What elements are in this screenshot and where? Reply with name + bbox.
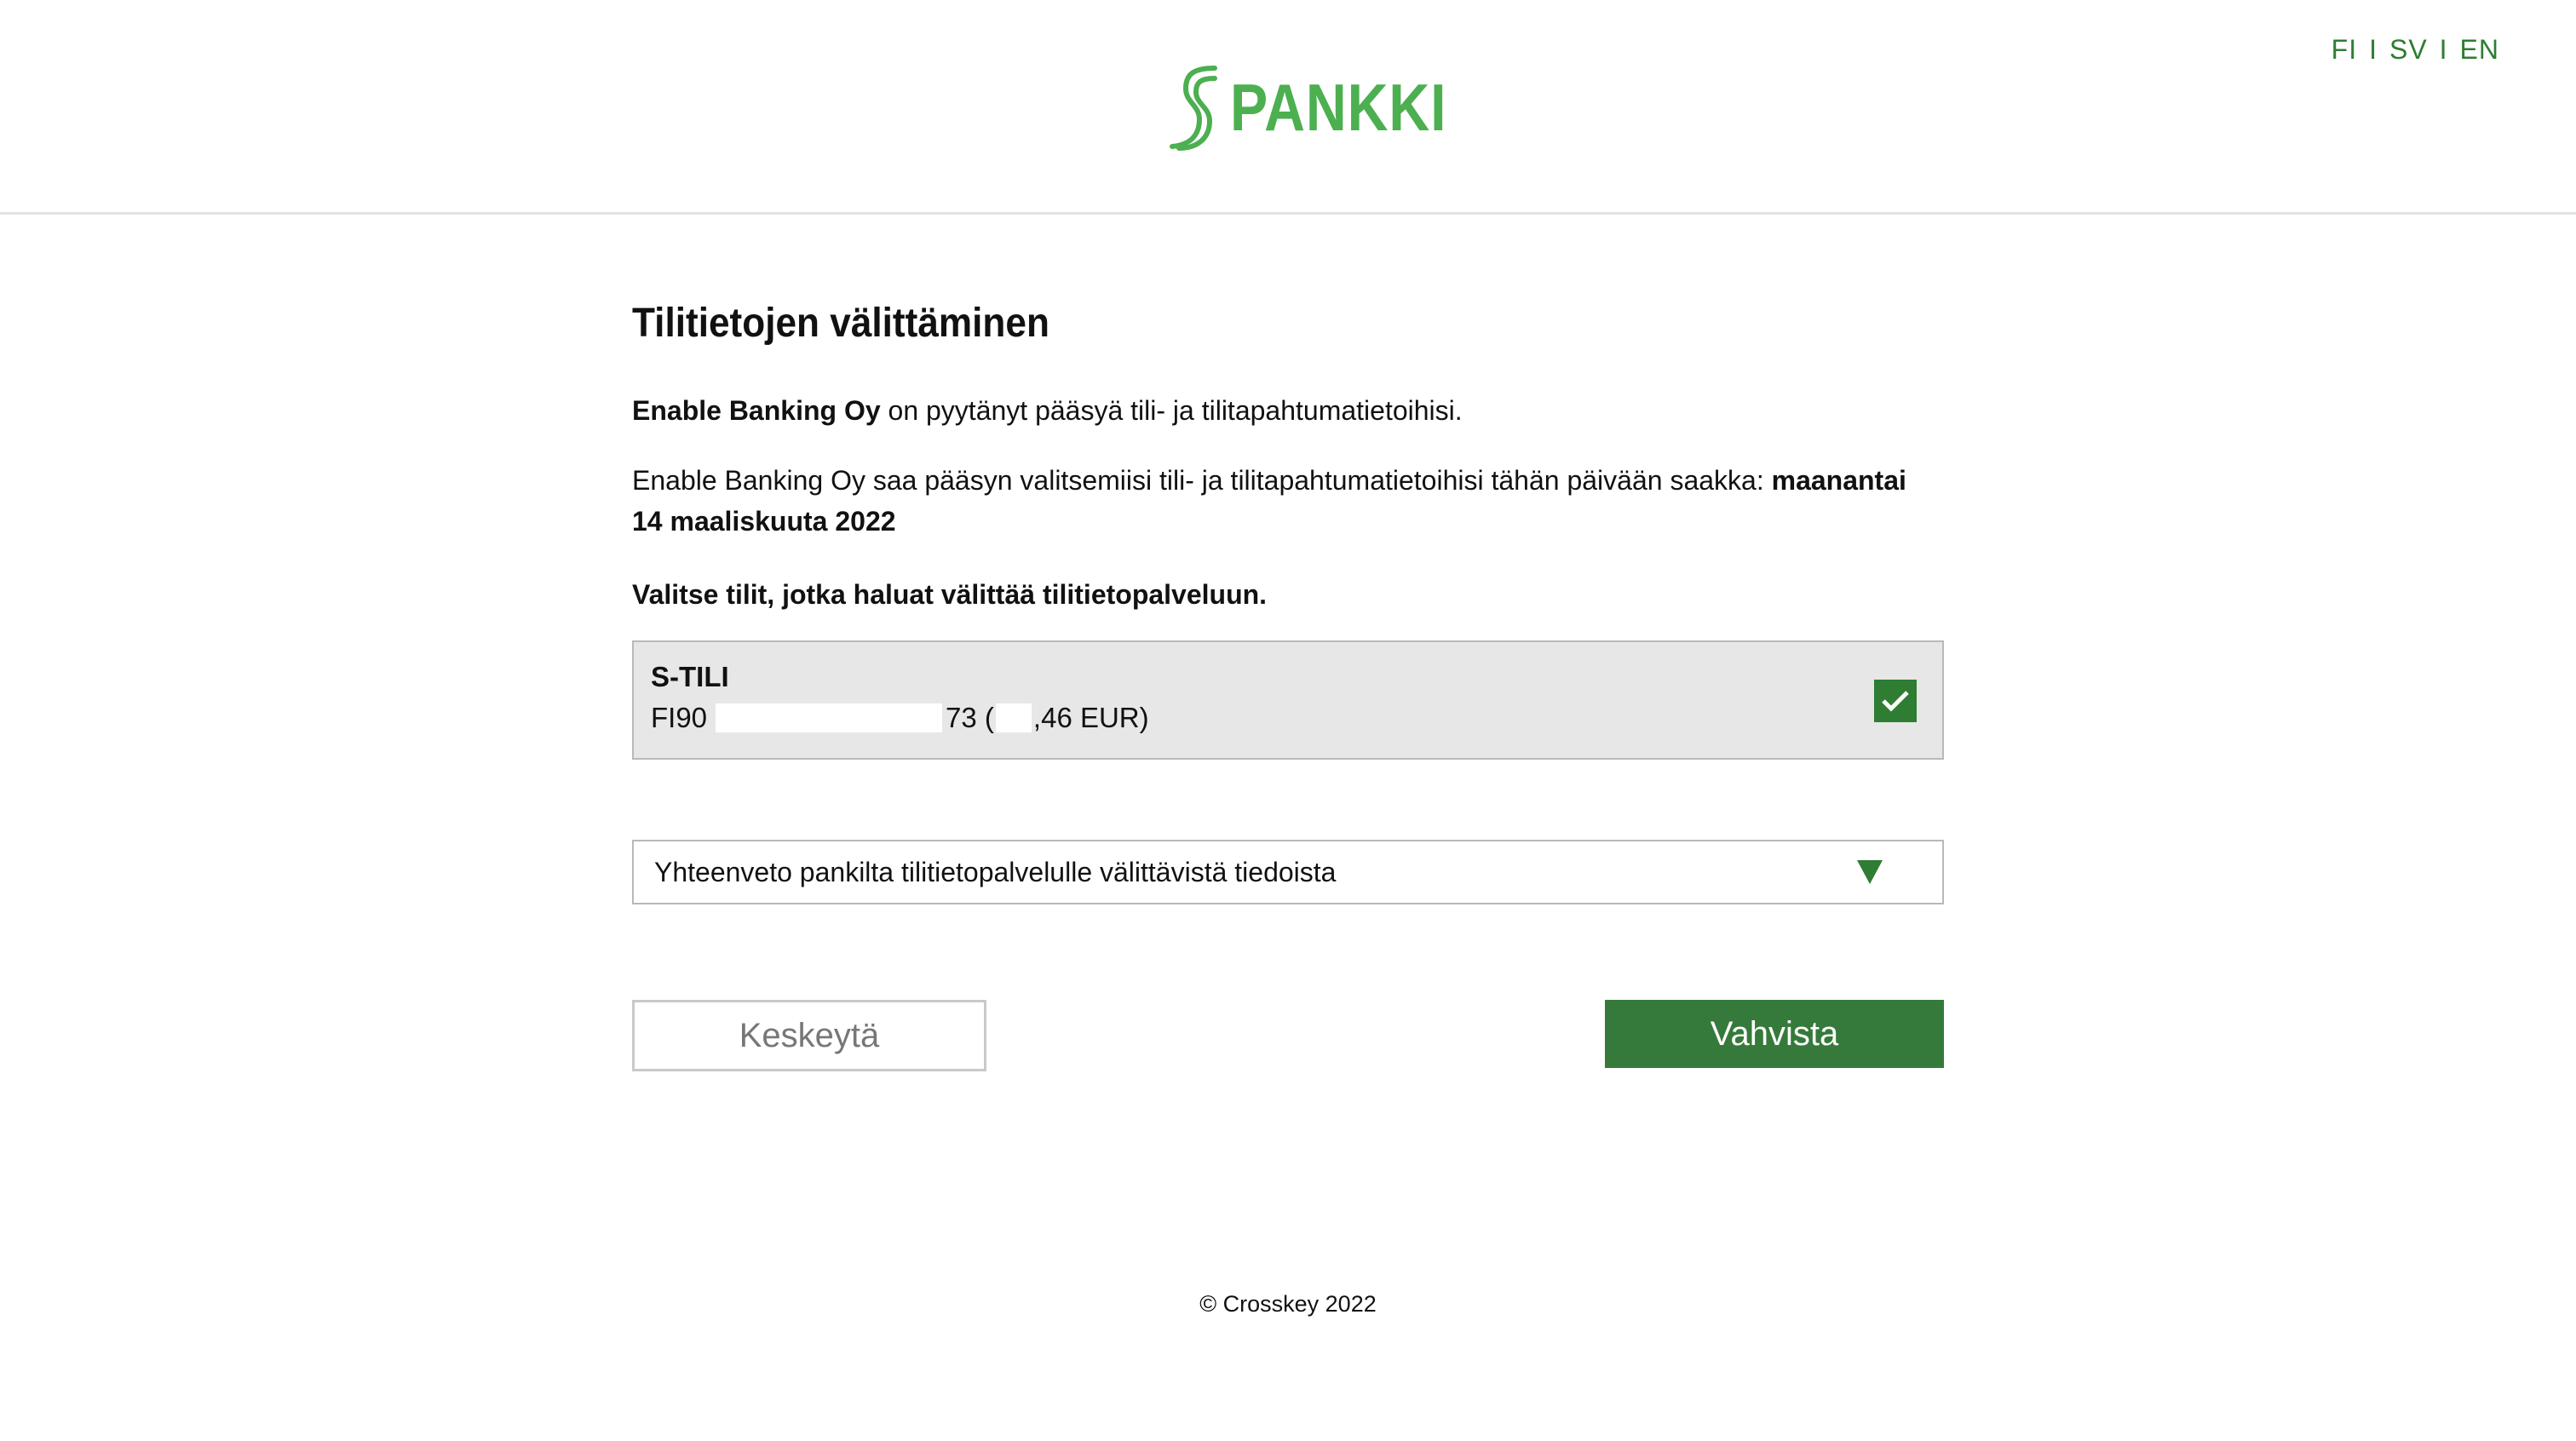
account-checkbox[interactable] (1874, 680, 1917, 722)
footer-copyright: © Crosskey 2022 (1199, 1291, 1377, 1317)
iban-prefix: FI90 (651, 702, 708, 733)
page: PANKKI FI I SV I EN Tilitietojen välittä… (0, 0, 2576, 1441)
account-details: FI90 73 ( ,46 EUR) (651, 702, 1149, 734)
redacted-balance (995, 703, 1032, 732)
choose-accounts-label: Valitse tilit, jotka haluat välittää til… (632, 579, 1268, 610)
language-selector: FI I SV I EN (2332, 34, 2499, 66)
s-logo-icon (1170, 66, 1217, 151)
lang-separator: I (2369, 34, 2378, 65)
request-text: on pyytänyt pääsyä tili- ja tilitapahtum… (880, 395, 1463, 426)
confirm-button[interactable]: Vahvista (1605, 1000, 1944, 1068)
checkmark-icon (1882, 691, 1909, 712)
account-item[interactable]: S-TILI FI90 73 ( ,46 EUR) (632, 640, 1944, 760)
lang-separator: I (2439, 34, 2448, 65)
request-paragraph: Enable Banking Oy on pyytänyt pääsyä til… (632, 390, 1463, 431)
access-text: Enable Banking Oy saa pääsyn valitsemiis… (632, 465, 1772, 496)
logo-text: PANKKI (1230, 70, 1447, 145)
header: PANKKI FI I SV I EN (0, 0, 2576, 215)
lang-sv[interactable]: SV (2389, 34, 2428, 66)
cancel-button[interactable]: Keskeytä (632, 1000, 986, 1071)
lang-en[interactable]: EN (2460, 34, 2499, 66)
account-name: S-TILI (651, 661, 729, 692)
request-company: Enable Banking Oy (632, 395, 881, 426)
lang-fi[interactable]: FI (2332, 34, 2357, 66)
balance-suffix: ,46 EUR) (1032, 702, 1149, 733)
redacted-iban (716, 703, 943, 732)
access-paragraph: Enable Banking Oy saa pääsyn valitsemiis… (632, 460, 1944, 542)
summary-dropdown[interactable]: Yhteenveto pankilta tilitietopalvelulle … (632, 840, 1944, 904)
iban-suffix: 73 ( (946, 702, 994, 733)
consent-content: Tilitietojen välittäminen Enable Banking… (632, 290, 1944, 1071)
triangle-down-icon (1857, 860, 1883, 884)
page-title: Tilitietojen välittäminen (632, 301, 1049, 346)
summary-label: Yhteenveto pankilta tilitietopalvelulle … (654, 856, 1337, 887)
s-pankki-logo: PANKKI (1167, 61, 1485, 153)
